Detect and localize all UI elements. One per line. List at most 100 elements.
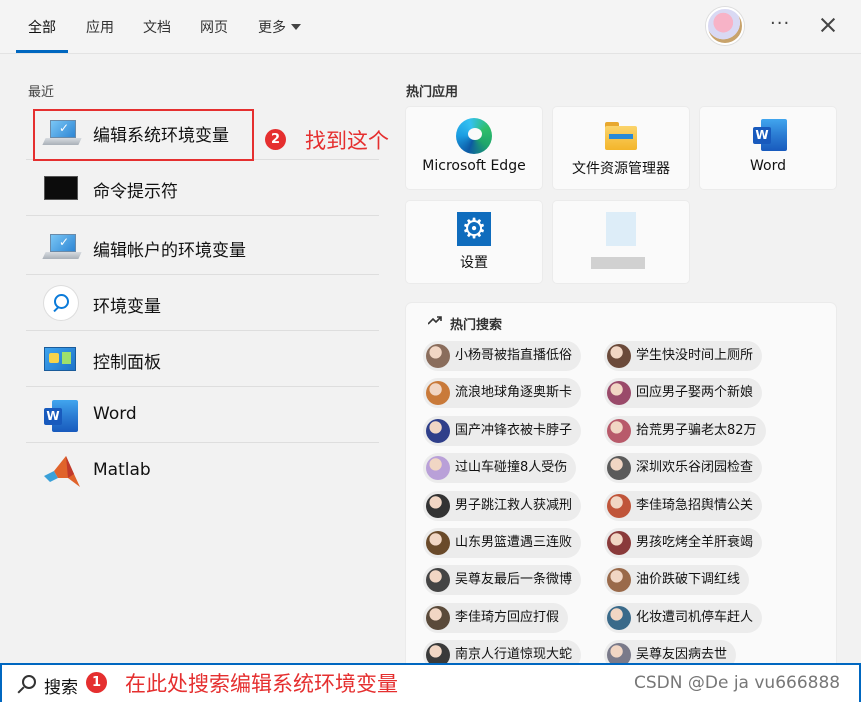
blurred-label xyxy=(591,257,645,269)
hot-search-thumbnail xyxy=(607,493,631,518)
app-tile-label: Microsoft Edge xyxy=(422,158,526,174)
search-input-label[interactable]: 搜索 xyxy=(44,673,78,698)
app-tile-blurred[interactable] xyxy=(553,201,689,283)
hot-search-thumbnail xyxy=(607,456,631,481)
avatar[interactable] xyxy=(706,7,744,45)
recent-item-edit-account-env[interactable]: 编辑帐户的环境变量 xyxy=(26,220,379,275)
command-prompt-icon xyxy=(44,176,78,200)
hot-search-chip[interactable]: 流浪地球角逐奥斯卡 xyxy=(423,378,582,409)
hot-search-chip[interactable]: 学生快没时间上厕所 xyxy=(604,341,763,371)
word-icon: W xyxy=(751,119,787,151)
tab-all[interactable]: 全部 xyxy=(28,17,56,37)
word-icon: W xyxy=(44,400,78,432)
hot-search-thumbnail xyxy=(426,456,450,481)
recent-title: 最近 xyxy=(28,85,55,100)
active-tab-indicator xyxy=(16,50,68,53)
hot-search-chip[interactable]: 男孩吃烤全羊肝衰竭 xyxy=(604,528,763,558)
step-1-annotation: 在此处搜索编辑系统环境变量 xyxy=(125,672,398,696)
close-icon[interactable] xyxy=(815,10,841,40)
search-icon xyxy=(17,675,36,693)
app-tile-file-explorer[interactable]: 文件资源管理器 xyxy=(553,107,689,189)
hot-search-thumbnail xyxy=(607,344,631,368)
recent-item-word[interactable]: W Word xyxy=(26,388,379,443)
hot-search-thumbnail xyxy=(426,418,450,443)
hot-search-thumbnail xyxy=(607,568,631,593)
app-tile-edge[interactable]: Microsoft Edge xyxy=(406,107,542,189)
highlight-box xyxy=(33,109,254,161)
hot-search-chip[interactable]: 拾荒男子骗老太82万 xyxy=(604,415,766,446)
recent-item-control-panel[interactable]: 控制面板 xyxy=(26,332,379,387)
hot-search-chip[interactable]: 吴尊友因病去世 xyxy=(604,640,737,663)
app-tile-settings[interactable]: 设置 xyxy=(406,201,542,283)
hot-search-chip[interactable]: 李佳琦方回应打假 xyxy=(423,602,569,633)
hot-apps-title: 热门应用 xyxy=(406,85,459,100)
hot-search-chip[interactable]: 山东男篮遭遇三连败 xyxy=(423,528,582,558)
hot-search-label: 李佳琦方回应打假 xyxy=(455,609,560,625)
tab-more-label: 更多 xyxy=(258,20,286,36)
hot-searches-title: 热门搜索 xyxy=(450,318,503,333)
settings-icon xyxy=(457,212,491,246)
hot-search-chip[interactable]: 油价跌破下调红线 xyxy=(604,565,750,596)
tab-documents[interactable]: 文档 xyxy=(143,17,171,37)
hot-search-thumbnail xyxy=(426,568,450,593)
search-icon xyxy=(44,286,78,320)
hot-search-thumbnail xyxy=(426,381,450,406)
hot-search-label: 油价跌破下调红线 xyxy=(636,572,741,588)
laptop-settings-icon xyxy=(42,234,82,260)
hot-search-label: 国产冲锋衣被卡脖子 xyxy=(455,422,573,438)
hot-search-thumbnail xyxy=(426,643,450,663)
recent-item-matlab[interactable]: Matlab xyxy=(26,444,379,499)
app-tile-label: 设置 xyxy=(460,255,488,271)
hot-search-chip[interactable]: 深圳欢乐谷闭园检查 xyxy=(604,453,763,484)
hot-search-chip[interactable]: 李佳琦急招舆情公关 xyxy=(604,490,763,521)
hot-search-label: 男子跳江救人获减刑 xyxy=(455,497,573,513)
hot-search-label: 李佳琦急招舆情公关 xyxy=(636,497,754,513)
matlab-icon xyxy=(44,456,80,487)
search-bar[interactable]: 搜索 1 在此处搜索编辑系统环境变量 CSDN @De ja vu666888 xyxy=(0,663,861,702)
recent-item-label: 命令提示符 xyxy=(93,182,178,202)
hot-search-chip[interactable]: 回应男子娶两个新娘 xyxy=(604,378,763,409)
control-panel-icon xyxy=(44,347,76,371)
hot-search-label: 南京人行道惊现大蛇 xyxy=(455,647,573,663)
hot-search-thumbnail xyxy=(607,605,631,630)
hot-search-chip[interactable]: 小杨哥被指直播低俗 xyxy=(423,341,582,371)
hot-search-chip[interactable]: 吴尊友最后一条微博 xyxy=(423,565,582,596)
ellipsis-icon[interactable]: ··· xyxy=(770,13,790,34)
recent-item-label: Word xyxy=(93,404,137,424)
tab-apps[interactable]: 应用 xyxy=(86,17,114,37)
hot-search-label: 学生快没时间上厕所 xyxy=(636,348,754,363)
step-2-annotation: 找到这个 xyxy=(305,129,389,153)
tab-more[interactable]: 更多 xyxy=(258,17,301,37)
recent-item-command-prompt[interactable]: 命令提示符 xyxy=(26,161,379,216)
hot-search-label: 吴尊友最后一条微博 xyxy=(455,572,573,588)
hot-search-label: 小杨哥被指直播低俗 xyxy=(455,348,573,363)
recent-item-label: 编辑帐户的环境变量 xyxy=(93,241,246,261)
hot-search-label: 化妆遭司机停车赶人 xyxy=(636,609,754,625)
hot-search-chip[interactable]: 国产冲锋衣被卡脖子 xyxy=(423,415,582,446)
hot-search-chip[interactable]: 南京人行道惊现大蛇 xyxy=(423,640,582,663)
hot-search-chip[interactable]: 过山车碰撞8人受伤 xyxy=(423,453,577,484)
hot-search-thumbnail xyxy=(607,381,631,406)
recent-item-label: 控制面板 xyxy=(93,353,161,373)
top-tab-bar: 全部 应用 文档 网页 更多 ··· xyxy=(0,0,861,54)
recent-item-env-variables[interactable]: 环境变量 xyxy=(26,276,379,331)
hot-search-label: 山东男篮遭遇三连败 xyxy=(455,535,573,550)
recent-item-label: Matlab xyxy=(93,460,151,480)
hot-search-thumbnail xyxy=(426,605,450,630)
hot-searches-panel: 热门搜索 小杨哥被指直播低俗 学生快没时间上厕所流浪地球角逐奥斯卡 回应男子娶两个新… xyxy=(406,303,836,663)
app-tile-word[interactable]: W Word xyxy=(700,107,836,189)
tab-web[interactable]: 网页 xyxy=(200,17,228,37)
hot-search-label: 拾荒男子骗老太82万 xyxy=(636,422,757,438)
hot-search-thumbnail xyxy=(426,344,450,368)
hot-search-label: 过山车碰撞8人受伤 xyxy=(455,460,568,476)
hot-search-label: 流浪地球角逐奥斯卡 xyxy=(455,385,573,401)
hot-search-label: 深圳欢乐谷闭园检查 xyxy=(636,460,754,476)
hot-search-thumbnail xyxy=(426,531,450,555)
edge-icon xyxy=(456,118,492,154)
app-tile-label: Word xyxy=(750,158,786,174)
hot-search-label: 吴尊友因病去世 xyxy=(636,647,728,663)
step-2-badge: 2 xyxy=(265,129,286,150)
hot-search-chip[interactable]: 化妆遭司机停车赶人 xyxy=(604,602,763,633)
hot-search-chip[interactable]: 男子跳江救人获减刑 xyxy=(423,490,582,521)
recent-item-label: 环境变量 xyxy=(93,297,161,317)
